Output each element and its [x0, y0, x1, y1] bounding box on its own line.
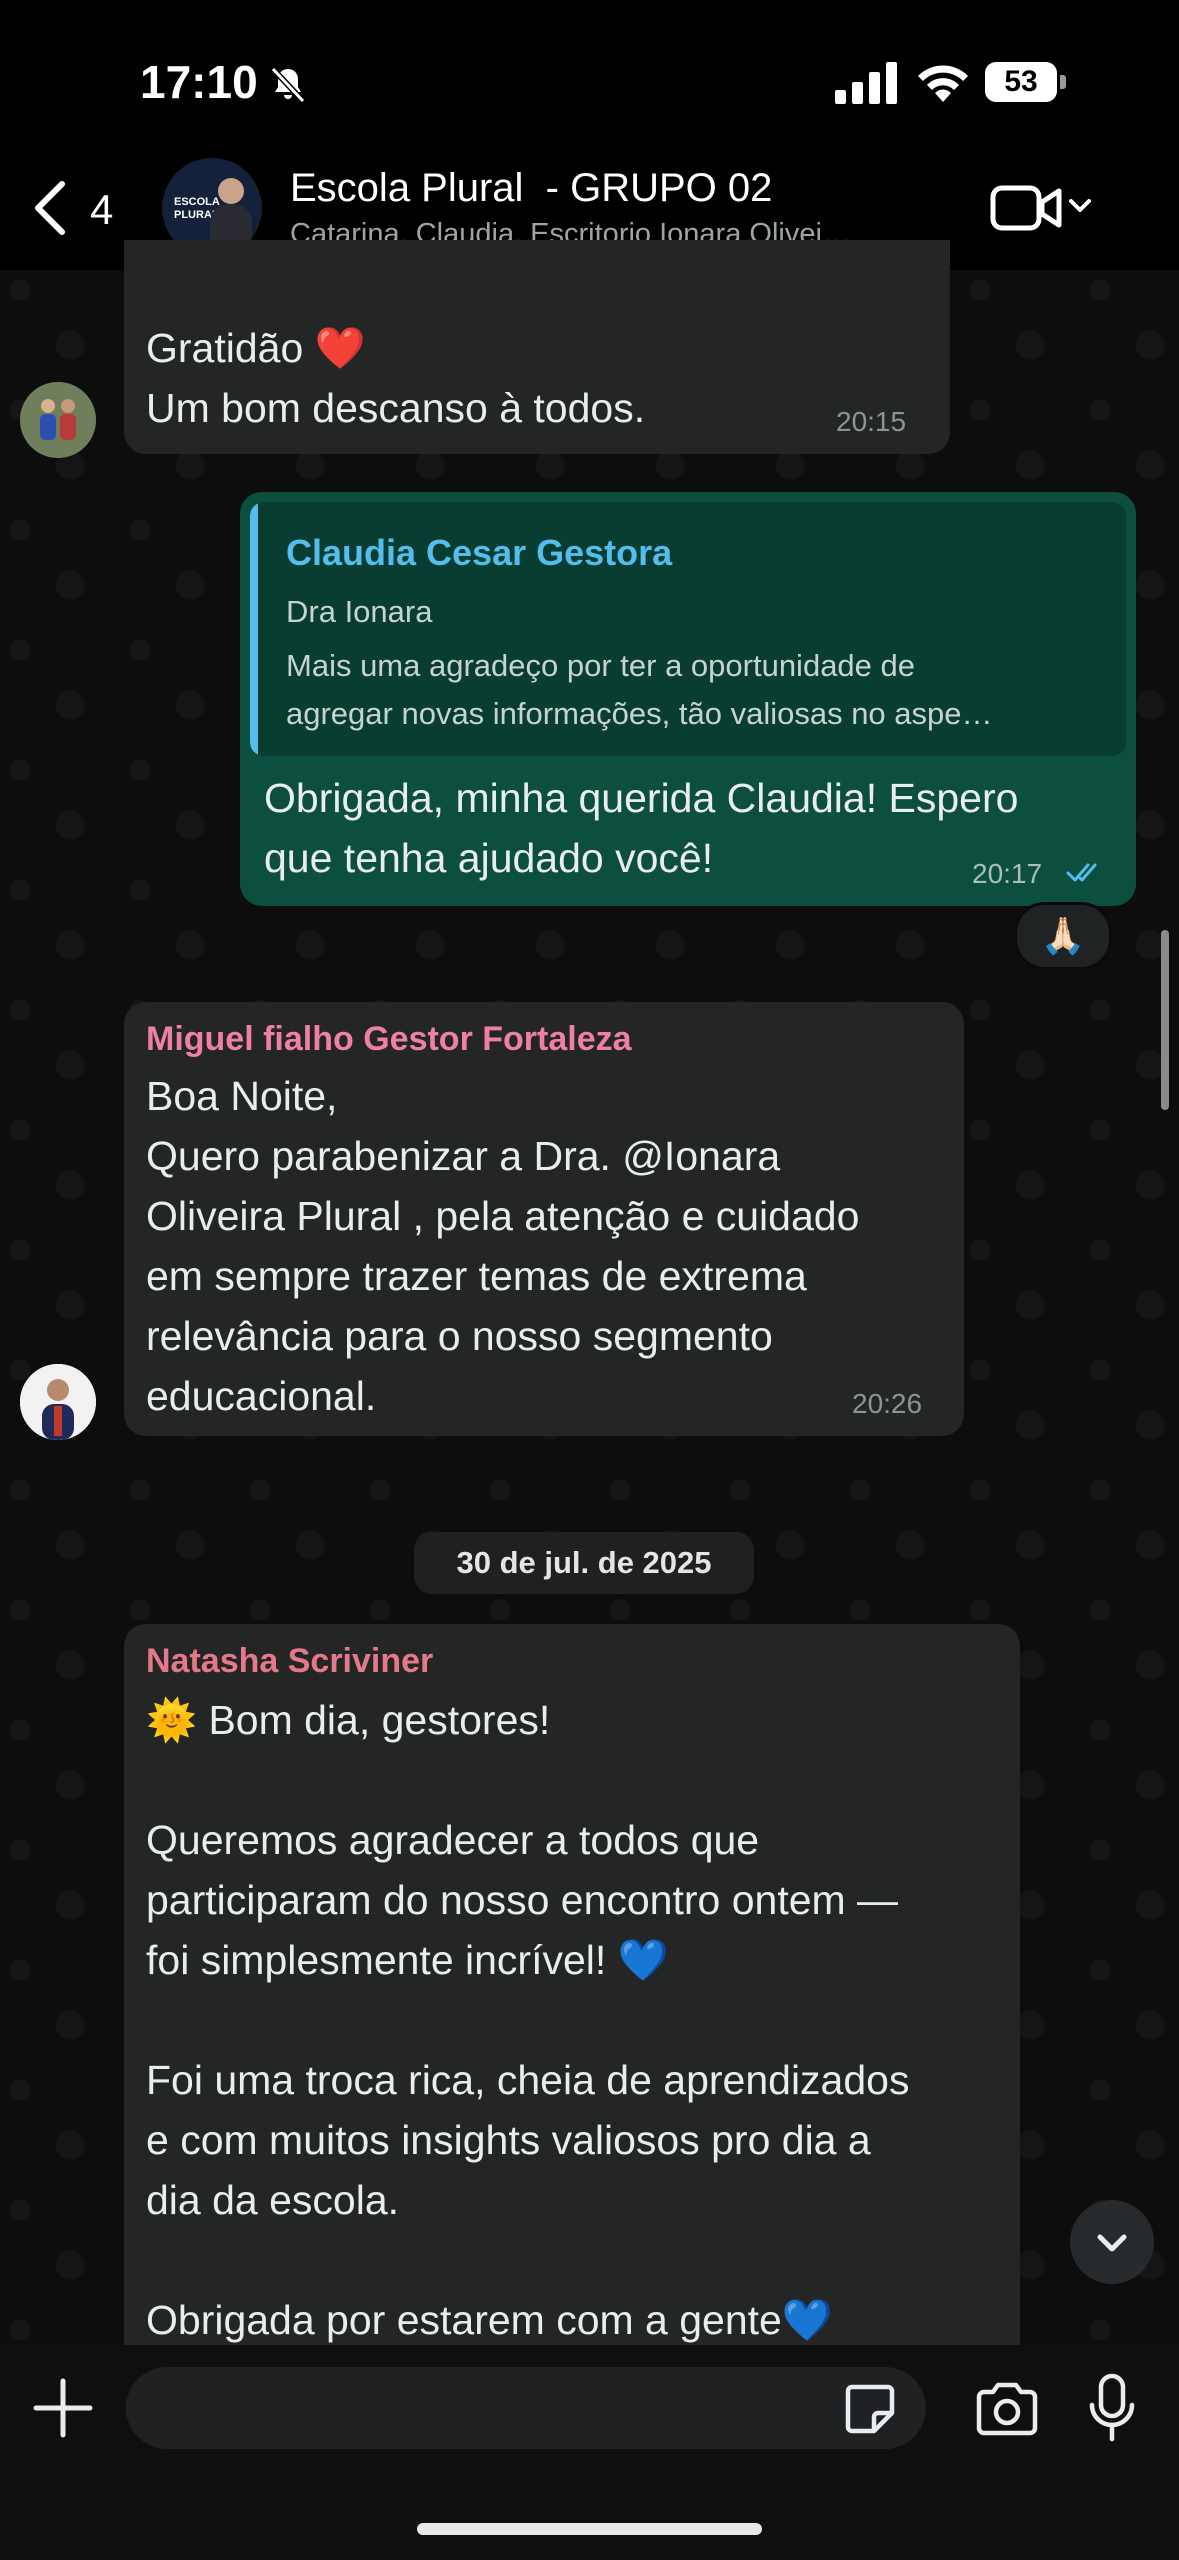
- message-text: Boa Noite, Quero parabenizar a Dra. @Ion…: [146, 1073, 860, 1419]
- bell-off-icon: [270, 66, 306, 104]
- battery-indicator: 53: [985, 62, 1067, 104]
- person-photo-icon: [20, 1364, 96, 1440]
- quoted-sender: Claudia Cesar Gestora: [286, 532, 673, 573]
- message-sender[interactable]: Miguel fialho Gestor Fortaleza: [146, 1020, 632, 1059]
- camera-icon[interactable]: [973, 2381, 1041, 2437]
- message-bubble-outgoing[interactable]: Claudia Cesar Gestora Dra Ionara Mais um…: [240, 492, 1136, 906]
- chat-screen: 17:10 53 4 ESCOLA PLURAL Escola Plural -…: [0, 0, 1179, 2560]
- message-reaction[interactable]: 🙏🏻: [1014, 902, 1112, 970]
- message-input-bar: [0, 2345, 1179, 2560]
- double-check-icon: [1066, 863, 1097, 882]
- group-avatar-person-head: [218, 178, 244, 204]
- sender-avatar[interactable]: [20, 1364, 96, 1440]
- chat-title[interactable]: Escola Plural - GRUPO 02: [290, 166, 772, 211]
- date-separator: 30 de jul. de 2025: [414, 1532, 754, 1594]
- sender-avatar[interactable]: [20, 382, 96, 458]
- call-options-chevron-down-icon[interactable]: [1068, 196, 1092, 216]
- status-time: 17:10: [140, 56, 258, 108]
- battery-level: 53: [1004, 65, 1038, 98]
- message-text: 🌞 Bom dia, gestores! Queremos agradecer …: [146, 1697, 910, 2343]
- wifi-icon: [918, 65, 968, 102]
- message-sender[interactable]: Natasha Scriviner: [146, 1642, 433, 1681]
- status-bar: 17:10 53: [0, 0, 1179, 150]
- back-chevron-icon[interactable]: [30, 180, 70, 236]
- battery-tip: [1060, 75, 1066, 89]
- message-time: 20:26: [852, 1388, 923, 1419]
- message-time: 20:15: [836, 406, 907, 437]
- message-text: Gratidão ❤️ Um bom descanso à todos.: [146, 325, 646, 431]
- message-time: 20:17: [972, 858, 1043, 889]
- quoted-text: Mais uma agradeço por ter a oportunidade…: [286, 648, 993, 731]
- message-bubble-incoming[interactable]: Miguel fialho Gestor Fortaleza Boa Noite…: [124, 1002, 964, 1436]
- message-input[interactable]: [126, 2367, 926, 2449]
- scroll-indicator[interactable]: [1161, 930, 1169, 1110]
- plus-icon[interactable]: [30, 2375, 96, 2441]
- quoted-message[interactable]: Claudia Cesar Gestora Dra Ionara Mais um…: [250, 502, 1126, 756]
- people-photo-icon: [20, 382, 96, 458]
- video-call-icon[interactable]: [990, 182, 1062, 234]
- scroll-to-bottom-button[interactable]: [1070, 2200, 1154, 2284]
- chevron-down-icon: [1097, 2234, 1127, 2252]
- microphone-icon[interactable]: [1086, 2373, 1138, 2445]
- unread-chats-count[interactable]: 4: [90, 186, 113, 234]
- message-bubble-incoming[interactable]: Natasha Scriviner 🌞 Bom dia, gestores! Q…: [124, 1624, 1020, 2384]
- sticker-icon[interactable]: [842, 2381, 898, 2437]
- home-indicator[interactable]: [417, 2523, 762, 2535]
- quoted-subtitle: Dra Ionara: [286, 594, 433, 629]
- message-bubble-incoming[interactable]: Gratidão ❤️ Um bom descanso à todos. 20:…: [124, 240, 950, 454]
- signal-icon: [835, 62, 897, 104]
- quote-accent-bar: [250, 502, 258, 756]
